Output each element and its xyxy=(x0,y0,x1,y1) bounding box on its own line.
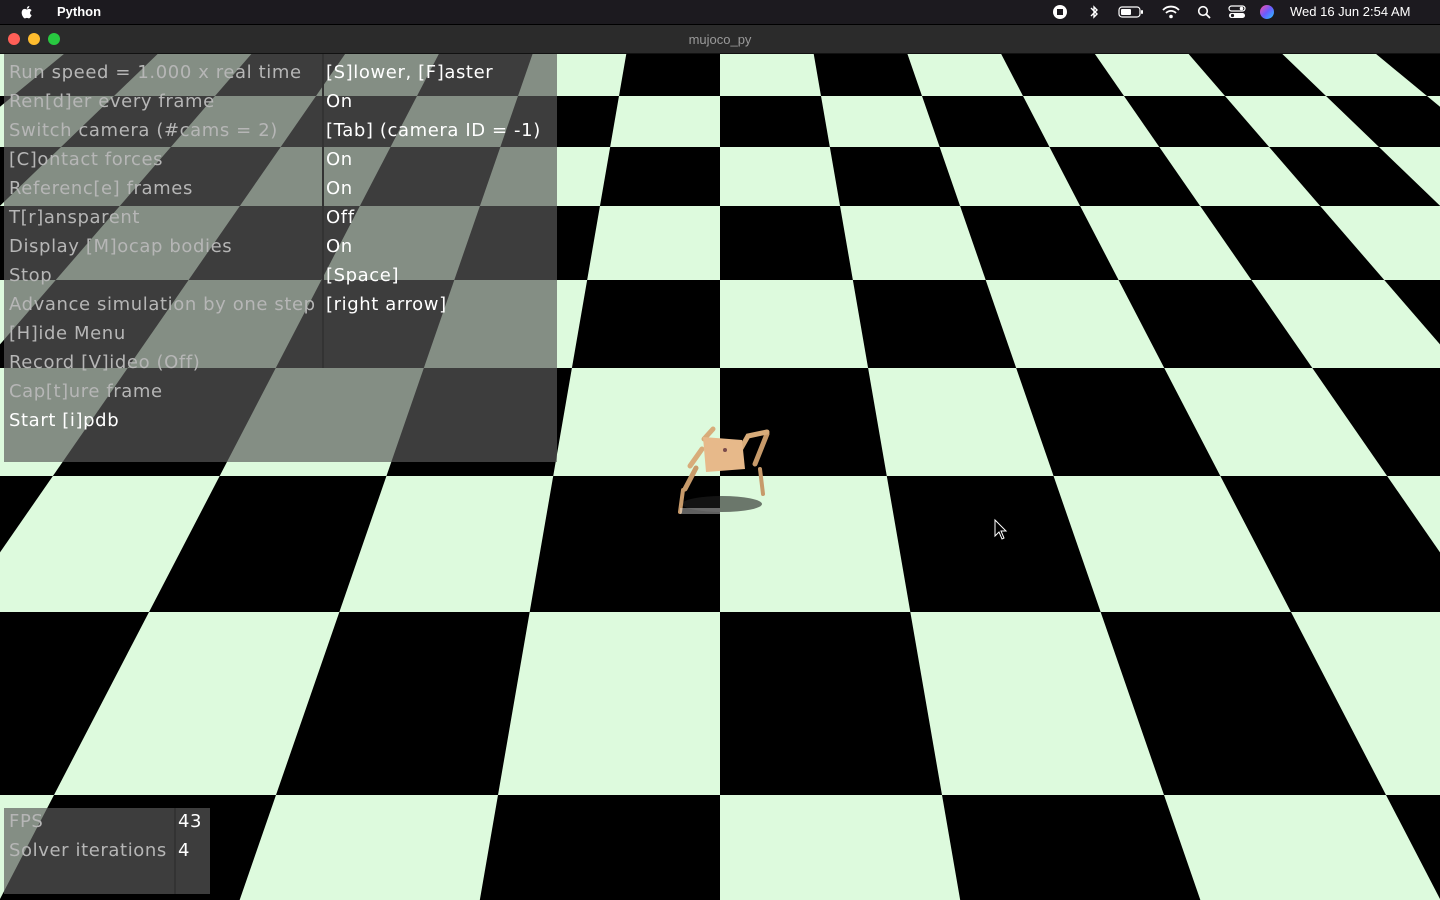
menu-row-label: Cap[t]ure frame xyxy=(9,381,163,402)
floor-tile xyxy=(610,96,720,147)
screen-record-icon[interactable] xyxy=(1052,4,1068,20)
floor-tile xyxy=(720,795,961,900)
battery-icon[interactable] xyxy=(1118,4,1144,20)
menu-row-label: Advance simulation by one step xyxy=(9,294,316,315)
floor-tile xyxy=(587,206,720,280)
stats-value: 4 xyxy=(178,840,191,861)
floor-tile xyxy=(720,476,911,612)
simulation-viewport[interactable]: Run speed = 1.000 x real time [S]lower, … xyxy=(0,54,1440,900)
apple-icon[interactable] xyxy=(18,3,36,21)
stats-label: FPS xyxy=(9,811,44,832)
menu-row-label: Run speed = 1.000 x real time xyxy=(9,62,302,83)
menu-row-label: Start [i]pdb xyxy=(9,410,120,431)
menu-row-value: [S]lower, [F]aster xyxy=(326,62,494,83)
menu-row-value: On xyxy=(326,91,353,112)
wifi-icon[interactable] xyxy=(1161,4,1181,20)
menu-row-value: Off xyxy=(326,207,355,228)
app-name-menu[interactable]: Python xyxy=(57,4,101,19)
floor-tile xyxy=(720,147,841,206)
menu-row-label: Display [M]ocap bodies xyxy=(9,236,233,257)
menu-row-value: [right arrow] xyxy=(326,294,447,315)
floor-tile xyxy=(720,54,821,96)
stats-column-divider xyxy=(174,808,176,894)
spotlight-search-icon[interactable] xyxy=(1197,4,1211,20)
menu-row-label: Record [V]ideo (Off) xyxy=(9,352,201,373)
siri-icon[interactable] xyxy=(1259,4,1275,20)
menu-row-label: [C]ontact forces xyxy=(9,149,164,170)
floor-tile xyxy=(720,280,869,368)
menu-row-value: On xyxy=(326,236,353,257)
control-center-icon[interactable] xyxy=(1228,4,1246,20)
bluetooth-icon[interactable] xyxy=(1088,4,1100,20)
stats-value: 43 xyxy=(178,811,203,832)
stats-label: Solver iterations xyxy=(9,840,167,861)
menu-overlay-values-panel xyxy=(322,54,557,462)
floor-tile xyxy=(840,206,986,280)
mujoco-window: mujoco_py Run speed = 1.000 x real time … xyxy=(0,25,1440,900)
menu-row-value: On xyxy=(326,178,353,199)
menu-row-label: Stop xyxy=(9,265,53,286)
menu-row-label: Referenc[e] frames xyxy=(9,178,193,199)
menu-row-value: [Space] xyxy=(326,265,400,286)
floor-tile xyxy=(239,795,498,900)
window-titlebar[interactable]: mujoco_py xyxy=(0,25,1440,54)
menu-column-divider xyxy=(322,54,324,368)
menu-row-value: [Tab] (camera ID = -1) xyxy=(326,120,541,141)
menu-row-value: On xyxy=(326,149,353,170)
menu-row-label: T[r]ansparent xyxy=(9,207,141,228)
menu-bar-clock[interactable]: Wed 16 Jun 2:54 AM xyxy=(1290,4,1410,19)
menu-bar: Python Wed 16 Jun 2:54 AM xyxy=(0,0,1440,24)
window-title: mujoco_py xyxy=(688,32,752,47)
menu-row-label: Ren[d]er every frame xyxy=(9,91,215,112)
menu-row-label: Switch camera (#cams = 2) xyxy=(9,120,278,141)
menu-row-label: [H]ide Menu xyxy=(9,323,126,344)
floor-tile xyxy=(821,96,940,147)
floor-tile xyxy=(498,612,720,795)
